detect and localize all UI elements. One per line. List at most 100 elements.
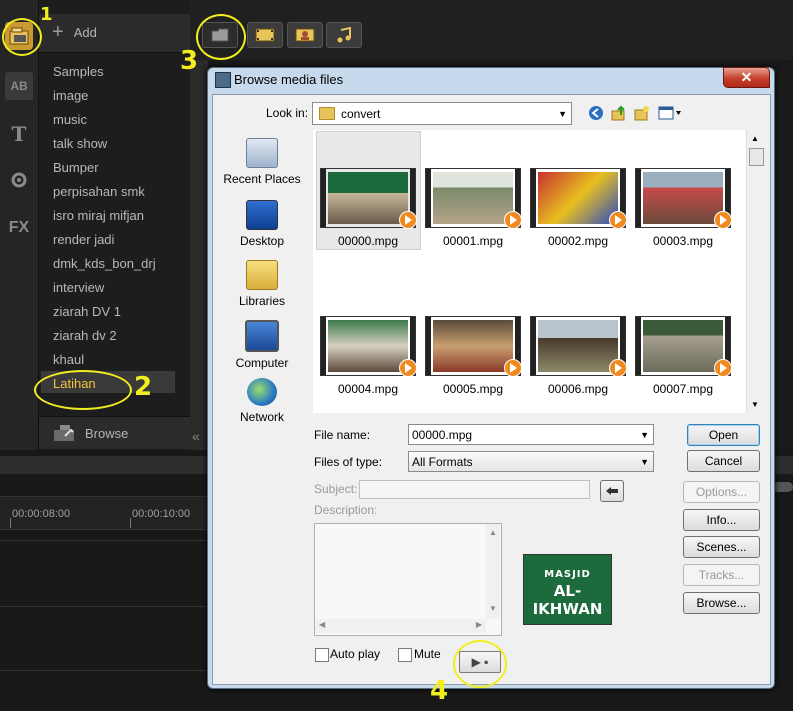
file-name-field[interactable]: 00000.mpg ▼	[408, 424, 654, 445]
graphics-icon[interactable]	[5, 166, 33, 194]
left-toolbar: AB T FX	[0, 0, 39, 450]
file-name: 00007.mpg	[652, 382, 714, 396]
browse-button[interactable]: Browse	[53, 424, 128, 442]
zoom-slider[interactable]	[773, 482, 793, 492]
view-menu-icon[interactable]	[657, 104, 683, 122]
library-item[interactable]: image	[53, 88, 88, 103]
ruler-label: 00:00:08:00	[12, 508, 71, 520]
cancel-button[interactable]: Cancel	[687, 450, 760, 472]
library-item[interactable]: render jadi	[53, 232, 114, 247]
panel-splitter[interactable]	[190, 60, 208, 450]
track-divider	[0, 606, 208, 607]
place-label: Libraries	[238, 294, 286, 308]
title-icon[interactable]: AB	[5, 72, 33, 100]
library-item[interactable]: ziarah DV 1	[53, 304, 121, 319]
file-item[interactable]: 00005.mpg	[421, 316, 525, 396]
library-item[interactable]: ziarah dv 2	[53, 328, 117, 343]
description-scrollbar[interactable]: ▲ ▼	[486, 524, 500, 619]
track-divider	[0, 540, 208, 541]
library-item[interactable]: music	[53, 112, 87, 127]
subject-field[interactable]	[359, 480, 590, 499]
scroll-up-icon[interactable]: ▲	[751, 134, 759, 143]
file-item[interactable]: 00007.mpg	[631, 316, 735, 396]
auto-play-checkbox[interactable]	[315, 648, 329, 662]
folder-icon	[319, 107, 335, 120]
file-item[interactable]: 00002.mpg	[526, 168, 630, 248]
annotation-number: 4	[430, 676, 449, 706]
place-recent-places[interactable]: Recent Places	[216, 138, 308, 186]
scroll-left-icon[interactable]: ◀	[319, 620, 325, 629]
scroll-thumb[interactable]	[749, 148, 764, 166]
place-desktop[interactable]: Desktop	[216, 200, 308, 248]
file-list-scrollbar[interactable]: ▲ ▼	[746, 130, 764, 413]
file-item[interactable]: 00003.mpg	[631, 168, 735, 248]
description-hscrollbar[interactable]: ◀ ▶	[315, 619, 486, 633]
browse-icon	[54, 425, 74, 441]
file-item[interactable]: 00001.mpg	[421, 168, 525, 248]
library-item[interactable]: interview	[53, 280, 104, 295]
place-libraries[interactable]: Libraries	[216, 260, 308, 308]
add-folder-button[interactable]: + Add	[52, 22, 97, 42]
preview-text: MASJID	[544, 569, 591, 580]
text-icon[interactable]: T	[5, 120, 33, 148]
collapse-panel-icon[interactable]: «	[192, 428, 200, 444]
video-thumbnail	[425, 316, 522, 377]
file-item[interactable]: 00004.mpg	[316, 316, 420, 396]
up-folder-icon[interactable]	[610, 104, 628, 122]
scenes-button[interactable]: Scenes...	[683, 536, 760, 558]
library-item[interactable]: perpisahan smk	[53, 184, 145, 199]
dialog-title: Browse media files	[234, 72, 344, 87]
network-icon	[247, 378, 277, 406]
photo-icon[interactable]	[287, 22, 323, 48]
library-item[interactable]: Bumper	[53, 160, 99, 175]
library-item[interactable]: talk show	[53, 136, 107, 151]
chevron-down-icon: ▼	[640, 429, 649, 440]
back-icon[interactable]	[587, 104, 605, 122]
new-folder-icon[interactable]	[633, 104, 651, 122]
video-thumbnail	[635, 168, 732, 229]
auto-play-label: Auto play	[330, 647, 381, 661]
library-item[interactable]: khaul	[53, 352, 84, 367]
preview-thumbnail: MASJID AL-IKHWAN	[523, 554, 612, 625]
desktop-icon	[246, 200, 278, 230]
play-icon	[714, 359, 732, 377]
browse-dialog-button[interactable]: Browse...	[683, 592, 760, 614]
library-item[interactable]: isro miraj mifjan	[53, 208, 144, 223]
play-icon	[504, 211, 522, 229]
video-icon[interactable]	[247, 22, 283, 48]
add-label: Add	[73, 24, 97, 40]
place-computer[interactable]: Computer	[216, 320, 308, 370]
look-in-dropdown[interactable]: convert ▼	[312, 102, 572, 125]
look-in-value: convert	[341, 106, 381, 121]
files-of-type-label: Files of type:	[314, 455, 383, 469]
files-of-type-dropdown[interactable]: All Formats ▼	[408, 451, 654, 472]
mute-checkbox[interactable]	[398, 648, 412, 662]
scroll-down-icon[interactable]: ▼	[751, 400, 759, 409]
play-icon	[609, 211, 627, 229]
file-item[interactable]: 00000.mpg	[316, 168, 420, 248]
open-button[interactable]: Open	[687, 424, 760, 446]
file-item[interactable]: 00006.mpg	[526, 316, 630, 396]
ruler-tick	[10, 518, 11, 528]
video-thumbnail	[635, 316, 732, 377]
arrow-left-icon	[606, 487, 618, 495]
apply-subject-button[interactable]	[600, 480, 624, 502]
info-button[interactable]: Info...	[683, 509, 760, 531]
library-item[interactable]: Samples	[53, 64, 104, 79]
close-button[interactable]: ✕	[723, 67, 770, 88]
place-label: Network	[239, 410, 284, 424]
options-button[interactable]: Options...	[683, 481, 760, 503]
description-label: Description:	[314, 503, 378, 517]
scroll-up-icon[interactable]: ▲	[489, 528, 497, 537]
fx-icon[interactable]: FX	[5, 214, 33, 242]
scroll-down-icon[interactable]: ▼	[489, 604, 497, 613]
file-name: 00004.mpg	[337, 382, 399, 396]
track-divider	[0, 670, 208, 671]
video-thumbnail	[320, 316, 417, 377]
audio-icon[interactable]	[326, 22, 362, 48]
tracks-button[interactable]: Tracks...	[683, 564, 760, 586]
place-network[interactable]: Network	[216, 378, 308, 424]
annotation-circle	[2, 18, 42, 56]
scroll-right-icon[interactable]: ▶	[476, 620, 482, 629]
library-item[interactable]: dmk_kds_bon_drj	[53, 256, 156, 271]
